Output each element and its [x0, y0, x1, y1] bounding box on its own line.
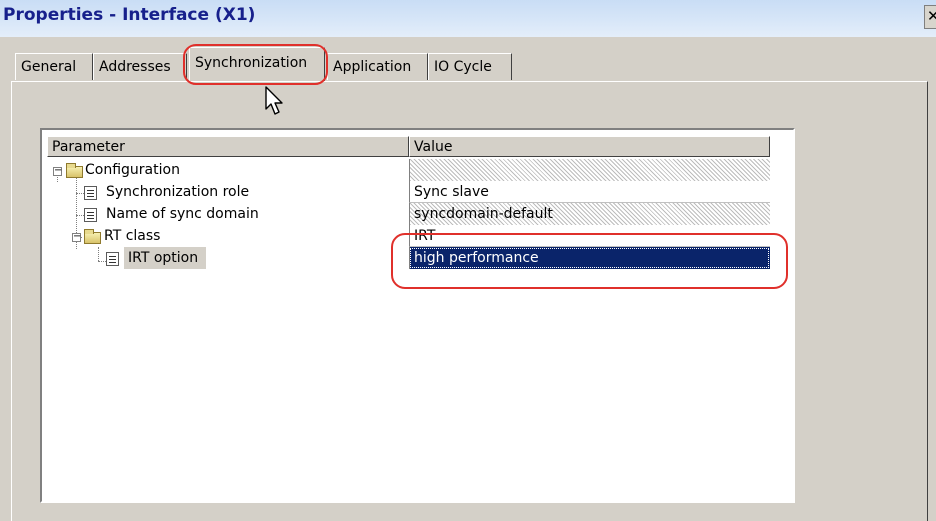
folder-icon: [84, 229, 101, 244]
parameter-icon: [84, 208, 97, 222]
column-header-value[interactable]: Value: [409, 136, 770, 157]
close-icon: ✕: [927, 7, 936, 25]
tab-application[interactable]: Application: [327, 53, 428, 80]
collapse-icon[interactable]: −: [53, 166, 62, 176]
tree-item-label: Configuration: [85, 162, 180, 178]
value-cell: [409, 159, 770, 181]
window-title: Properties - Interface (X1): [3, 5, 256, 25]
tree-item-label: Synchronization role: [106, 184, 250, 200]
value-cell: syncdomain-default: [409, 203, 770, 225]
tab-highlight-annotation: [183, 44, 328, 85]
value-highlight-annotation: [391, 233, 788, 289]
tab-addresses[interactable]: Addresses: [93, 53, 187, 80]
tab-io-cycle[interactable]: IO Cycle: [428, 53, 512, 80]
tree-item-label: RT class: [104, 228, 161, 244]
folder-icon: [66, 163, 83, 178]
tab-general[interactable]: General: [15, 53, 93, 80]
collapse-icon[interactable]: −: [72, 232, 81, 242]
title-bar: Properties - Interface (X1) ✕: [0, 0, 936, 37]
column-header-parameter[interactable]: Parameter: [47, 136, 409, 157]
value-cell[interactable]: Sync slave: [409, 181, 770, 203]
parameter-grid: Parameter Value − Configuration Synchron…: [40, 128, 795, 503]
tree-item-label: Name of sync domain: [106, 206, 259, 222]
mouse-cursor-icon: [264, 85, 286, 121]
parameter-icon: [84, 186, 97, 200]
parameter-icon: [106, 252, 119, 266]
tree-item-label: IRT option: [124, 247, 207, 269]
close-button[interactable]: ✕: [924, 5, 936, 29]
